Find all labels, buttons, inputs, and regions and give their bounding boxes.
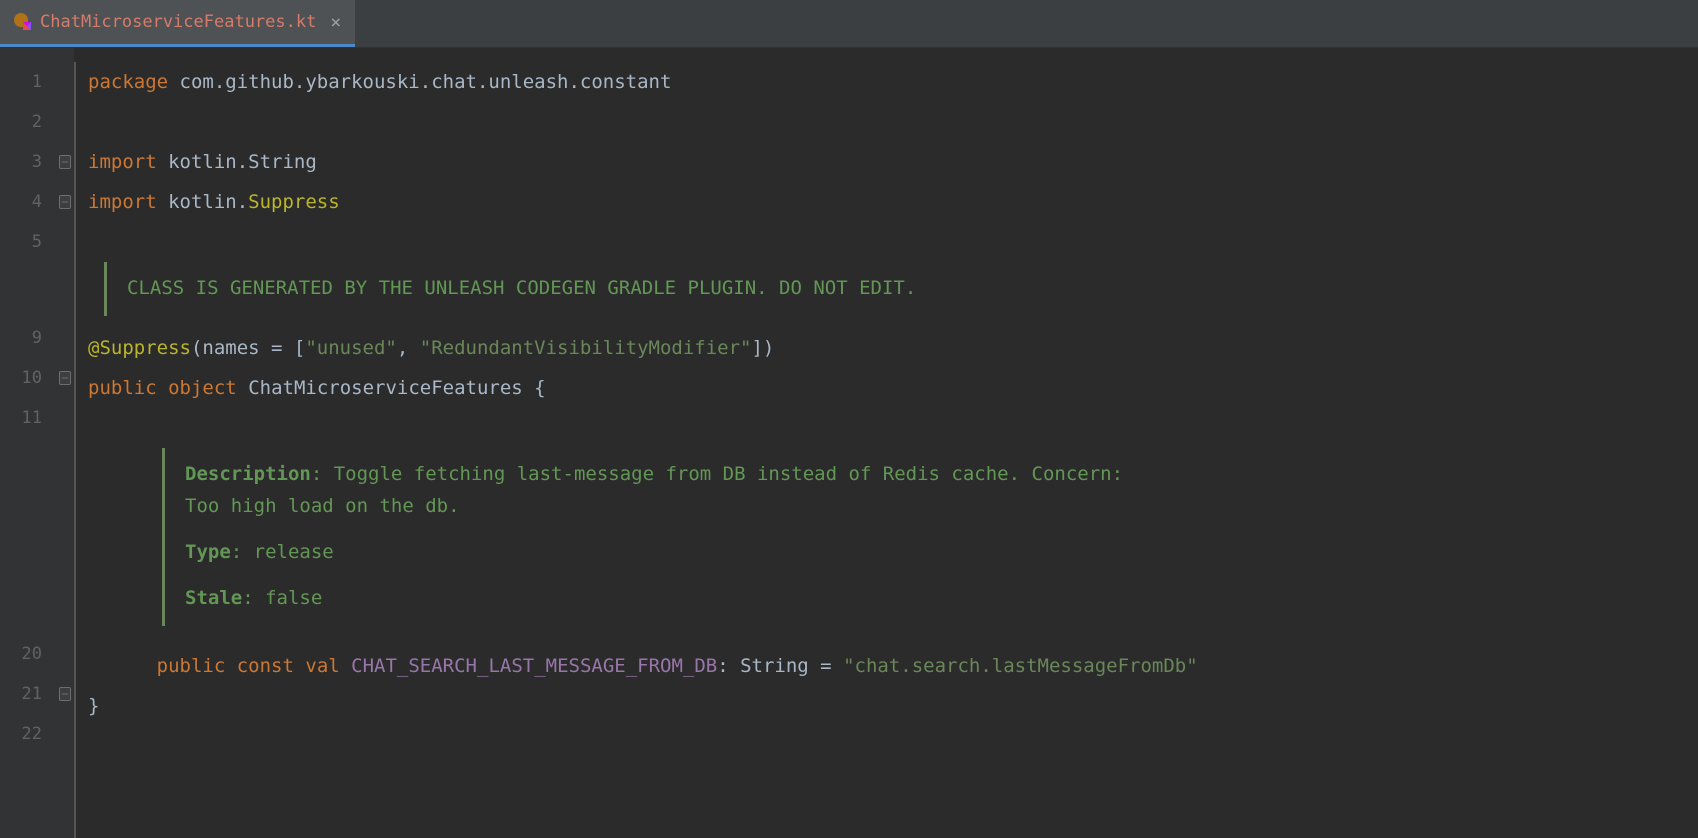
code-line: @Suppress(names = ["unused", "RedundantV…	[88, 328, 1198, 368]
code-line	[88, 102, 1198, 142]
doc-comment-block: Description: Toggle fetching last-messag…	[162, 448, 1172, 626]
code-line: package com.github.ybarkouski.chat.unlea…	[88, 62, 1198, 102]
code-line: import kotlin.String	[88, 142, 1198, 182]
line-number: 2	[0, 102, 56, 142]
line-number: 3	[0, 142, 56, 182]
line-number: 1	[0, 62, 56, 102]
code-area[interactable]: package com.github.ybarkouski.chat.unlea…	[76, 48, 1198, 838]
code-line: public object ChatMicroserviceFeatures {	[88, 368, 1198, 408]
doc-value: : Toggle fetching last-message from DB i…	[185, 463, 1123, 517]
code-line	[88, 726, 1198, 766]
doc-value: : release	[231, 541, 334, 563]
kotlin-file-icon	[14, 13, 32, 31]
line-number: 22	[0, 714, 56, 754]
doc-value: : false	[242, 587, 322, 609]
gutter: 1 2 3 4 5 9 10 11 20 21 22	[0, 48, 56, 838]
fold-marker-icon[interactable]	[59, 195, 71, 209]
editor: 1 2 3 4 5 9 10 11 20 21 22 package com.g…	[0, 48, 1698, 838]
code-line: public const val CHAT_SEARCH_LAST_MESSAG…	[88, 646, 1198, 686]
line-number: 11	[0, 398, 56, 438]
doc-comment-block: CLASS IS GENERATED BY THE UNLEASH CODEGE…	[104, 262, 1144, 316]
line-number: 5	[0, 222, 56, 262]
fold-marker-icon[interactable]	[59, 371, 71, 385]
tab-bar: ChatMicroserviceFeatures.kt ×	[0, 0, 1698, 48]
doc-key: Type	[185, 541, 231, 563]
code-line	[88, 222, 1198, 262]
code-line: import kotlin.Suppress	[88, 182, 1198, 222]
fold-gutter	[56, 48, 74, 838]
line-number: 21	[0, 674, 56, 714]
code-line	[88, 408, 1198, 448]
doc-key: Description	[185, 463, 311, 485]
line-number: 9	[0, 318, 56, 358]
fold-marker-icon[interactable]	[59, 687, 71, 701]
fold-marker-icon[interactable]	[59, 155, 71, 169]
code-line: }	[88, 686, 1198, 726]
close-icon[interactable]: ×	[330, 12, 341, 33]
tab-filename: ChatMicroserviceFeatures.kt	[40, 12, 316, 32]
doc-comment-text: CLASS IS GENERATED BY THE UNLEASH CODEGE…	[127, 277, 916, 299]
line-number: 20	[0, 634, 56, 674]
file-tab[interactable]: ChatMicroserviceFeatures.kt ×	[0, 0, 355, 47]
doc-key: Stale	[185, 587, 242, 609]
line-number: 10	[0, 358, 56, 398]
line-number: 4	[0, 182, 56, 222]
